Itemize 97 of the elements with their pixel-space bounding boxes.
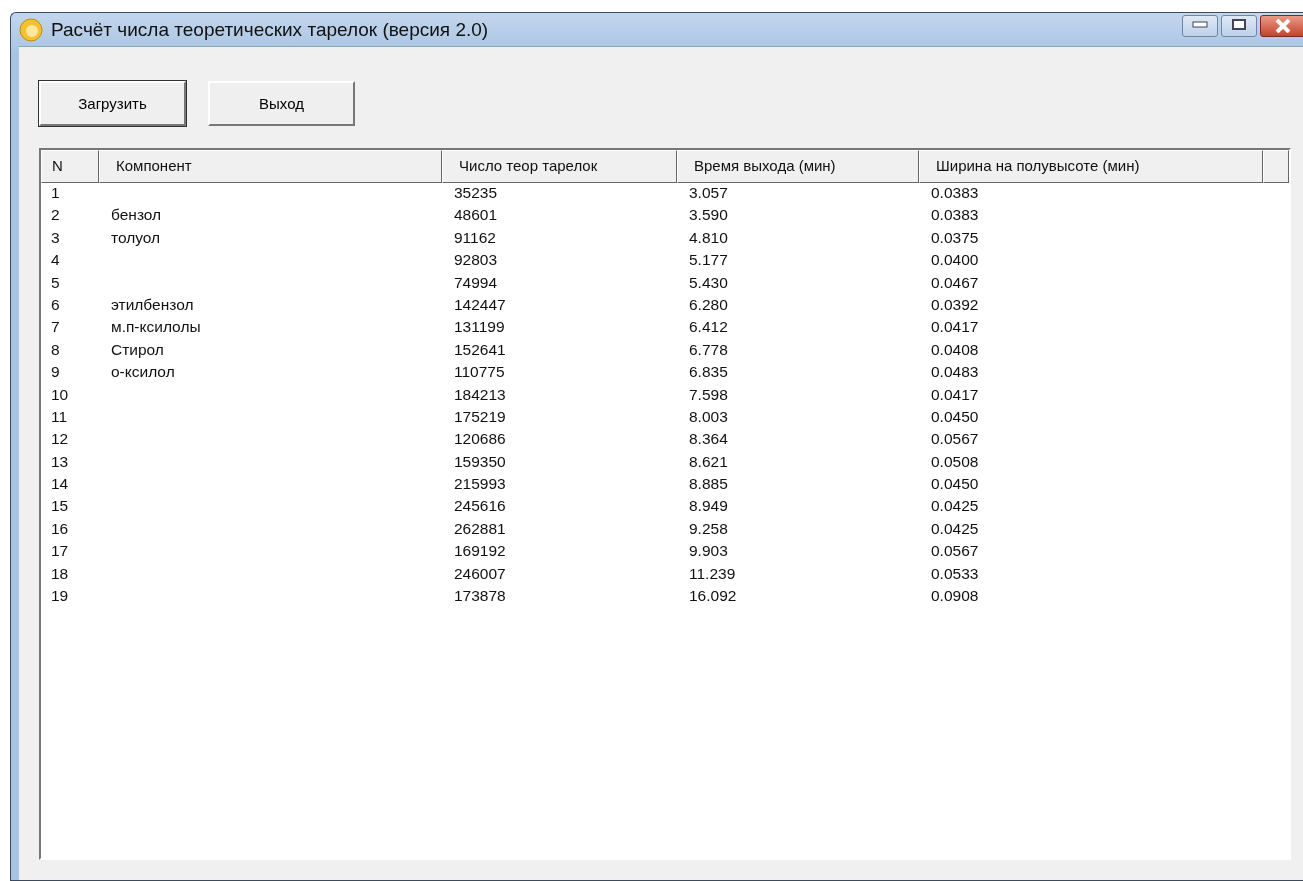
table-cell-text: 262881: [453, 518, 507, 539]
column-header[interactable]: N: [41, 150, 99, 183]
table-cell-text: 159350: [453, 451, 507, 472]
column-header[interactable]: Число теор тарелок: [442, 150, 677, 183]
table-cell-text: 5.177: [688, 250, 729, 271]
table-cell-text: 17: [50, 541, 70, 562]
table-cell-text: 92803: [453, 250, 499, 271]
table-cell-text: толуол: [110, 227, 162, 248]
column-header[interactable]: Компонент: [99, 150, 442, 183]
table-cell-text: 169192: [453, 541, 507, 562]
table-cell-text: 0.0375: [930, 227, 980, 248]
table-cell-text: м.п-ксилолы: [110, 317, 202, 338]
table-cell-text: 74994: [453, 272, 499, 293]
table-cell-text: 0.0508: [930, 451, 980, 472]
table-cell-text: 175219: [453, 406, 507, 427]
table-cell-text: 6: [50, 294, 61, 315]
minimize-icon: [1191, 18, 1209, 29]
table-cell-text: 8: [50, 339, 61, 360]
table-cell-text: 8.885: [688, 474, 729, 495]
maximize-icon: [1232, 18, 1246, 31]
table-cell-text: 9: [50, 362, 61, 383]
table-cell-text: 245616: [453, 496, 507, 517]
table-cell-text: 0.0417: [930, 317, 980, 338]
table-cell-text: 0.0908: [930, 586, 980, 607]
table-cell-text: бензол: [110, 205, 163, 226]
table-cell-text: 0.0417: [930, 384, 980, 405]
table-cell-text: 10: [50, 384, 70, 405]
table-cell-text: 11.239: [688, 563, 737, 584]
table-cell-text: 0.0408: [930, 339, 980, 360]
table-cell-text: 0.0392: [930, 294, 980, 315]
table-cell-text: 0.0400: [930, 250, 980, 271]
table-cell-text: 131199: [453, 317, 506, 338]
action-button[interactable]: Загрузить: [39, 81, 186, 126]
table-cell-text: о-ксилол: [110, 362, 176, 383]
table-cell-text: 4.810: [688, 227, 729, 248]
table-cell-text: 11: [50, 406, 69, 427]
table-cell-text: 6.778: [688, 339, 729, 360]
table-cell-text: 7.598: [688, 384, 729, 405]
table-cell-text: 16: [50, 518, 70, 539]
table-cell-text: 0.0467: [930, 272, 980, 293]
table-cell-text: 0.0450: [930, 474, 980, 495]
table-cell-text: 2: [50, 205, 61, 226]
table-cell-text: 0.0383: [930, 183, 980, 203]
table-cell-text: 8.364: [688, 429, 729, 450]
table-cell-text: 14: [50, 474, 70, 495]
table-cell-text: Стирол: [110, 339, 165, 360]
table-cell-text: 19: [50, 586, 70, 607]
table-cell-text: 48601: [453, 205, 499, 226]
table-cell-text: 91162: [453, 227, 497, 248]
table-cell-text: 5: [50, 272, 61, 293]
table-cell-text: 3: [50, 227, 61, 248]
table-cell-text: 15: [50, 496, 70, 517]
table-cell-text: 142447: [453, 294, 507, 315]
table-cell-text: 8.003: [688, 406, 729, 427]
table-cell-text: 5.430: [688, 272, 729, 293]
close-button[interactable]: [1260, 14, 1303, 37]
table-cell-text: 6.412: [688, 317, 729, 338]
table-cell-text: 18: [50, 563, 70, 584]
window-title: Расчёт числа теоретических тарелок (версия 2.0): [51, 18, 489, 41]
table-cell-text: этилбензол: [110, 294, 195, 315]
table-cell-text: 120686: [453, 429, 507, 450]
table-cell-text: 6.280: [688, 294, 729, 315]
column-header[interactable]: Время выхода (мин): [677, 150, 919, 183]
table-cell-text: 246007: [453, 563, 507, 584]
table-cell-text: 16.092: [688, 586, 738, 607]
table-cell-text: 173878: [453, 586, 507, 607]
table-cell-text: 3.590: [688, 205, 729, 226]
table-cell-text: 9.903: [688, 541, 729, 562]
table-cell-text: 0.0533: [930, 563, 980, 584]
table-cell-text: 12: [50, 429, 70, 450]
table-cell-text: 0.0425: [930, 496, 980, 517]
close-icon: [1273, 18, 1293, 33]
table-cell-text: 8.949: [688, 496, 729, 517]
table-cell-text: 35235: [453, 183, 499, 203]
table-cell-text: 3.057: [688, 183, 729, 203]
table-cell-text: 0.0383: [930, 205, 980, 226]
table-cell-text: 7: [50, 317, 61, 338]
table-cell-text: 184213: [453, 384, 507, 405]
table-cell-text: 0.0567: [930, 429, 980, 450]
maximize-button[interactable]: [1221, 14, 1257, 37]
table-cell-text: 0.0483: [930, 362, 980, 383]
table-cell-text: 4: [50, 250, 61, 271]
column-header[interactable]: Ширина на полувысоте (мин): [919, 150, 1263, 183]
table-cell-text: 8.621: [688, 451, 729, 472]
table-cell-text: 0.0425: [930, 518, 980, 539]
table-cell-text: 215993: [453, 474, 507, 495]
table-cell-text: 0.0450: [930, 406, 980, 427]
app-icon: [19, 17, 43, 42]
table-cell-text: 6.835: [688, 362, 729, 383]
table-cell-text: 152641: [453, 339, 507, 360]
minimize-button[interactable]: [1182, 14, 1218, 37]
table-cell-text: 9.258: [688, 518, 729, 539]
table-cell-text: 0.0567: [930, 541, 980, 562]
table-cell-text: 1: [50, 183, 61, 203]
action-button[interactable]: Выход: [208, 81, 355, 126]
table-cell-text: 110775: [453, 362, 506, 383]
table-cell-text: 13: [50, 451, 70, 472]
